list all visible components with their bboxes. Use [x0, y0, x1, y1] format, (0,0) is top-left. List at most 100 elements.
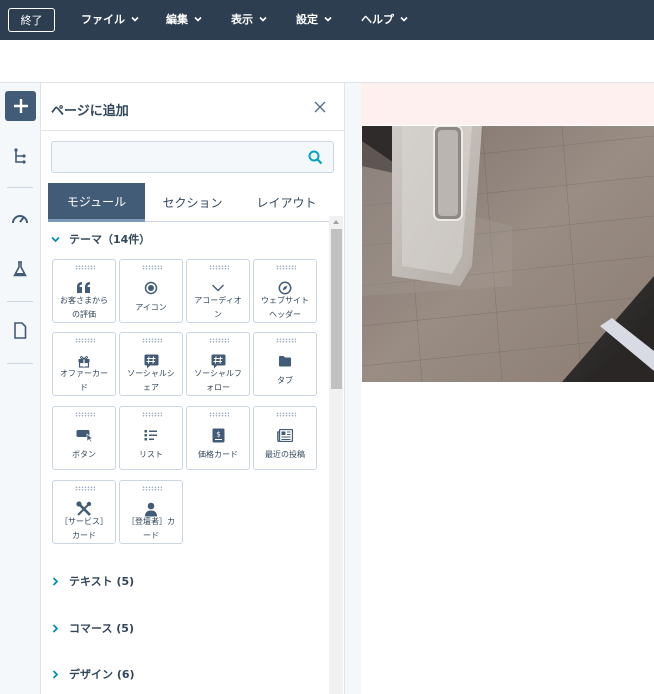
module-label: リスト — [139, 450, 163, 459]
module-pricing-card[interactable]: $ 価格カード — [186, 406, 250, 470]
menu-settings-label: 設定 — [296, 13, 318, 26]
module-accordion[interactable]: アコーディオン — [186, 259, 250, 323]
hero-image[interactable] — [362, 126, 654, 382]
module-list: テーマ（14件） お客さまから の評価 アイコン アコーディオン ウェブサイト ヘッ… — [41, 223, 329, 694]
section-design[interactable]: デザイン (6) — [51, 666, 135, 682]
chevron-down-icon — [324, 16, 332, 22]
module-button[interactable]: ボタン — [52, 406, 116, 470]
chevron-down-icon — [259, 16, 267, 22]
module-social-follow[interactable]: ソーシャルフ ォロー — [186, 332, 250, 396]
left-rail — [0, 83, 41, 694]
tab-modules[interactable]: モジュール — [48, 183, 145, 222]
rail-divider — [7, 187, 33, 188]
search-input[interactable] — [60, 148, 300, 166]
tab-layouts[interactable]: レイアウト — [240, 183, 333, 222]
drag-handle — [75, 338, 95, 343]
drag-handle — [142, 265, 162, 270]
drag-handle — [142, 486, 162, 491]
panel-title: ページに追加 — [51, 104, 129, 119]
button-cursor-icon — [53, 427, 115, 443]
menu-edit[interactable]: 編集 — [166, 11, 203, 27]
module-label: 最近の投稿 — [265, 450, 305, 459]
chevron-right-icon — [52, 576, 59, 586]
drag-handle — [75, 412, 95, 417]
module-service-card[interactable]: ［サービス］ カード — [52, 480, 116, 544]
plus-icon — [13, 99, 28, 113]
section-text[interactable]: テキスト (5) — [51, 573, 134, 589]
section-commerce[interactable]: コマース (5) — [51, 620, 134, 636]
menu-file[interactable]: ファイル — [81, 11, 140, 27]
drag-handle — [209, 265, 229, 270]
module-label: ソーシャルフ ォロー — [194, 369, 242, 392]
page-icon[interactable] — [10, 320, 30, 340]
module-label: ウェブサイト ヘッダー — [261, 296, 309, 319]
module-label: オファーカード — [60, 369, 108, 392]
add-to-page-panel: ページに追加 モジュール セクション レイアウト テーマ（14件） お客さまから… — [41, 83, 345, 694]
chevron-right-icon — [52, 623, 59, 633]
module-label: ［サービス］ カード — [60, 517, 108, 540]
panel-scrollbar[interactable] — [329, 216, 343, 694]
module-list[interactable]: リスト — [119, 406, 183, 470]
module-offer-card[interactable]: オファーカード — [52, 332, 116, 396]
menu-edit-label: 編集 — [166, 13, 188, 26]
canvas-top-band — [345, 83, 654, 125]
svg-text:$: $ — [216, 430, 220, 438]
target-icon — [120, 280, 182, 296]
module-recent-posts[interactable]: 最近の投稿 — [253, 406, 317, 470]
section-theme[interactable]: テーマ（14件） — [51, 231, 150, 247]
menu-help[interactable]: ヘルプ — [361, 11, 409, 27]
chevron-down-icon — [51, 236, 60, 242]
drag-handle — [75, 486, 95, 491]
gauge-icon[interactable] — [10, 208, 30, 228]
module-testimonial[interactable]: お客さまから の評価 — [52, 259, 116, 323]
section-text-label: テキスト (5) — [69, 575, 135, 588]
module-label: タブ — [277, 376, 293, 385]
module-label: アコーディオン — [194, 296, 242, 319]
chevron-down-icon — [400, 16, 408, 22]
flask-icon[interactable] — [10, 259, 30, 279]
rail-divider — [7, 363, 33, 364]
scrollbar-thumb[interactable] — [331, 229, 342, 389]
drag-handle — [276, 265, 296, 270]
folder-icon — [254, 353, 316, 369]
canvas-gutter — [345, 83, 361, 694]
pricing-icon: $ — [187, 427, 249, 443]
module-social-share[interactable]: ソーシャルシ ェア — [119, 332, 183, 396]
chevron-down-icon — [131, 16, 139, 22]
rail-divider — [7, 301, 33, 302]
scroll-up-arrow-icon[interactable] — [333, 220, 339, 224]
section-commerce-label: コマース (5) — [69, 622, 134, 635]
tree-icon[interactable] — [10, 146, 30, 166]
module-search — [51, 141, 334, 173]
drag-handle — [209, 412, 229, 417]
menu-file-label: ファイル — [81, 13, 125, 26]
module-label: ボタン — [72, 450, 96, 459]
module-label: ［登壇者］カ ード — [127, 517, 175, 540]
drag-handle — [142, 338, 162, 343]
module-speaker-card[interactable]: ［登壇者］カ ード — [119, 480, 183, 544]
chevron-down-icon — [194, 16, 202, 22]
search-icon[interactable] — [308, 150, 323, 165]
divider — [41, 130, 344, 131]
add-button[interactable] — [5, 91, 36, 121]
drag-handle — [75, 265, 95, 270]
menu-view[interactable]: 表示 — [231, 11, 268, 27]
panel-tabs: モジュール セクション レイアウト — [48, 183, 333, 222]
module-website-header[interactable]: ウェブサイト ヘッダー — [253, 259, 317, 323]
drag-handle — [276, 412, 296, 417]
module-label: ソーシャルシ ェア — [127, 369, 175, 392]
drag-handle — [276, 338, 296, 343]
toolbar-strip — [0, 40, 654, 83]
clipboard-photo — [362, 126, 654, 382]
exit-button[interactable]: 終了 — [8, 8, 55, 32]
drag-handle — [142, 412, 162, 417]
module-tabs[interactable]: タブ — [253, 332, 317, 396]
module-label: アイコン — [135, 303, 167, 312]
tab-sections[interactable]: セクション — [145, 183, 240, 222]
section-theme-label: テーマ（14件） — [69, 233, 151, 246]
menu-settings[interactable]: 設定 — [296, 11, 333, 27]
module-icon[interactable]: アイコン — [119, 259, 183, 323]
module-label: お客さまから の評価 — [60, 296, 108, 319]
menu-help-label: ヘルプ — [361, 13, 394, 26]
close-icon[interactable] — [314, 101, 326, 113]
